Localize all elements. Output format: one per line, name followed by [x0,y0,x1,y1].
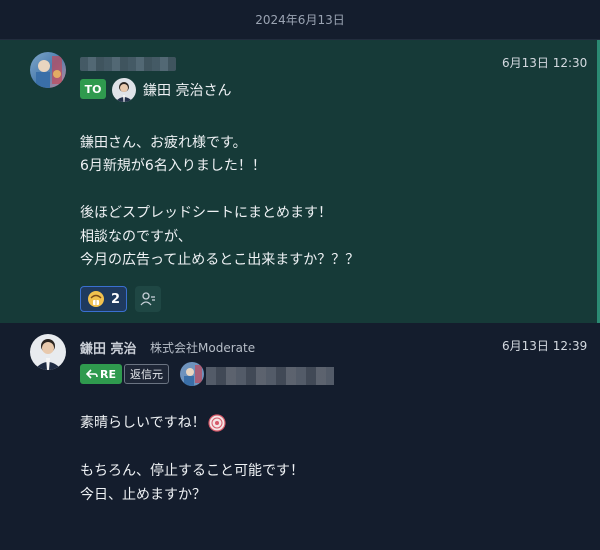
re-tag: RE [80,364,122,384]
message-item[interactable]: 6月13日 12:30 TO 鎌田 亮治さん 鎌田さん、お疲れ様です。 6月新規… [0,40,600,323]
to-tag: TO [80,79,106,99]
body-line: 鎌田さん、お疲れ様です。 [80,135,247,151]
body-line: 今日、止めますか？ [80,487,206,503]
body-line: もちろん、停止すること可能です！ [80,463,304,479]
avatar[interactable] [30,334,66,370]
message-item[interactable]: 鎌田 亮治 株式会社Moderate 6月13日 12:39 RE 返信元 素晴… [0,323,600,550]
date-separator: 2024年6月13日 [0,0,600,40]
redacted-reply-source-name [206,367,334,385]
mention-avatar [112,78,136,102]
bow-emoji-icon [87,290,105,308]
sender-organization: 株式会社Moderate [150,341,256,355]
user-list-icon [140,291,156,307]
congratulations-emoji-icon [207,414,226,432]
mention-name: 鎌田 亮治さん [143,83,232,99]
message-timestamp: 6月13日 12:30 [502,56,588,70]
body-line: 相談なのですが、 [80,229,192,245]
reply-source-avatar [180,362,204,386]
reply-source-button[interactable]: 返信元 [124,364,169,384]
body-line-with-emoji: 素晴らしいですね！ [80,412,226,435]
re-tag-label: RE [100,367,116,381]
body-line: 素晴らしいですね！ [80,415,206,431]
body-line: 6月新規が6名入りました！！ [80,157,266,174]
avatar[interactable] [30,52,66,88]
reaction-count: 2 [111,291,121,307]
redacted-sender-name [80,57,176,71]
reaction-button[interactable]: 2 [80,286,128,312]
body-line: 今月の広告って止めるとこ出来ますか？？？ [80,252,360,268]
reaction-users-button[interactable] [135,286,161,312]
body-line: 後ほどスプレッドシートにまとめます！ [80,205,332,221]
sender-name[interactable]: 鎌田 亮治 [80,338,137,357]
message-timestamp: 6月13日 12:39 [502,339,588,353]
date-separator-label: 2024年6月13日 [255,13,345,27]
reply-arrow-icon [86,368,98,380]
